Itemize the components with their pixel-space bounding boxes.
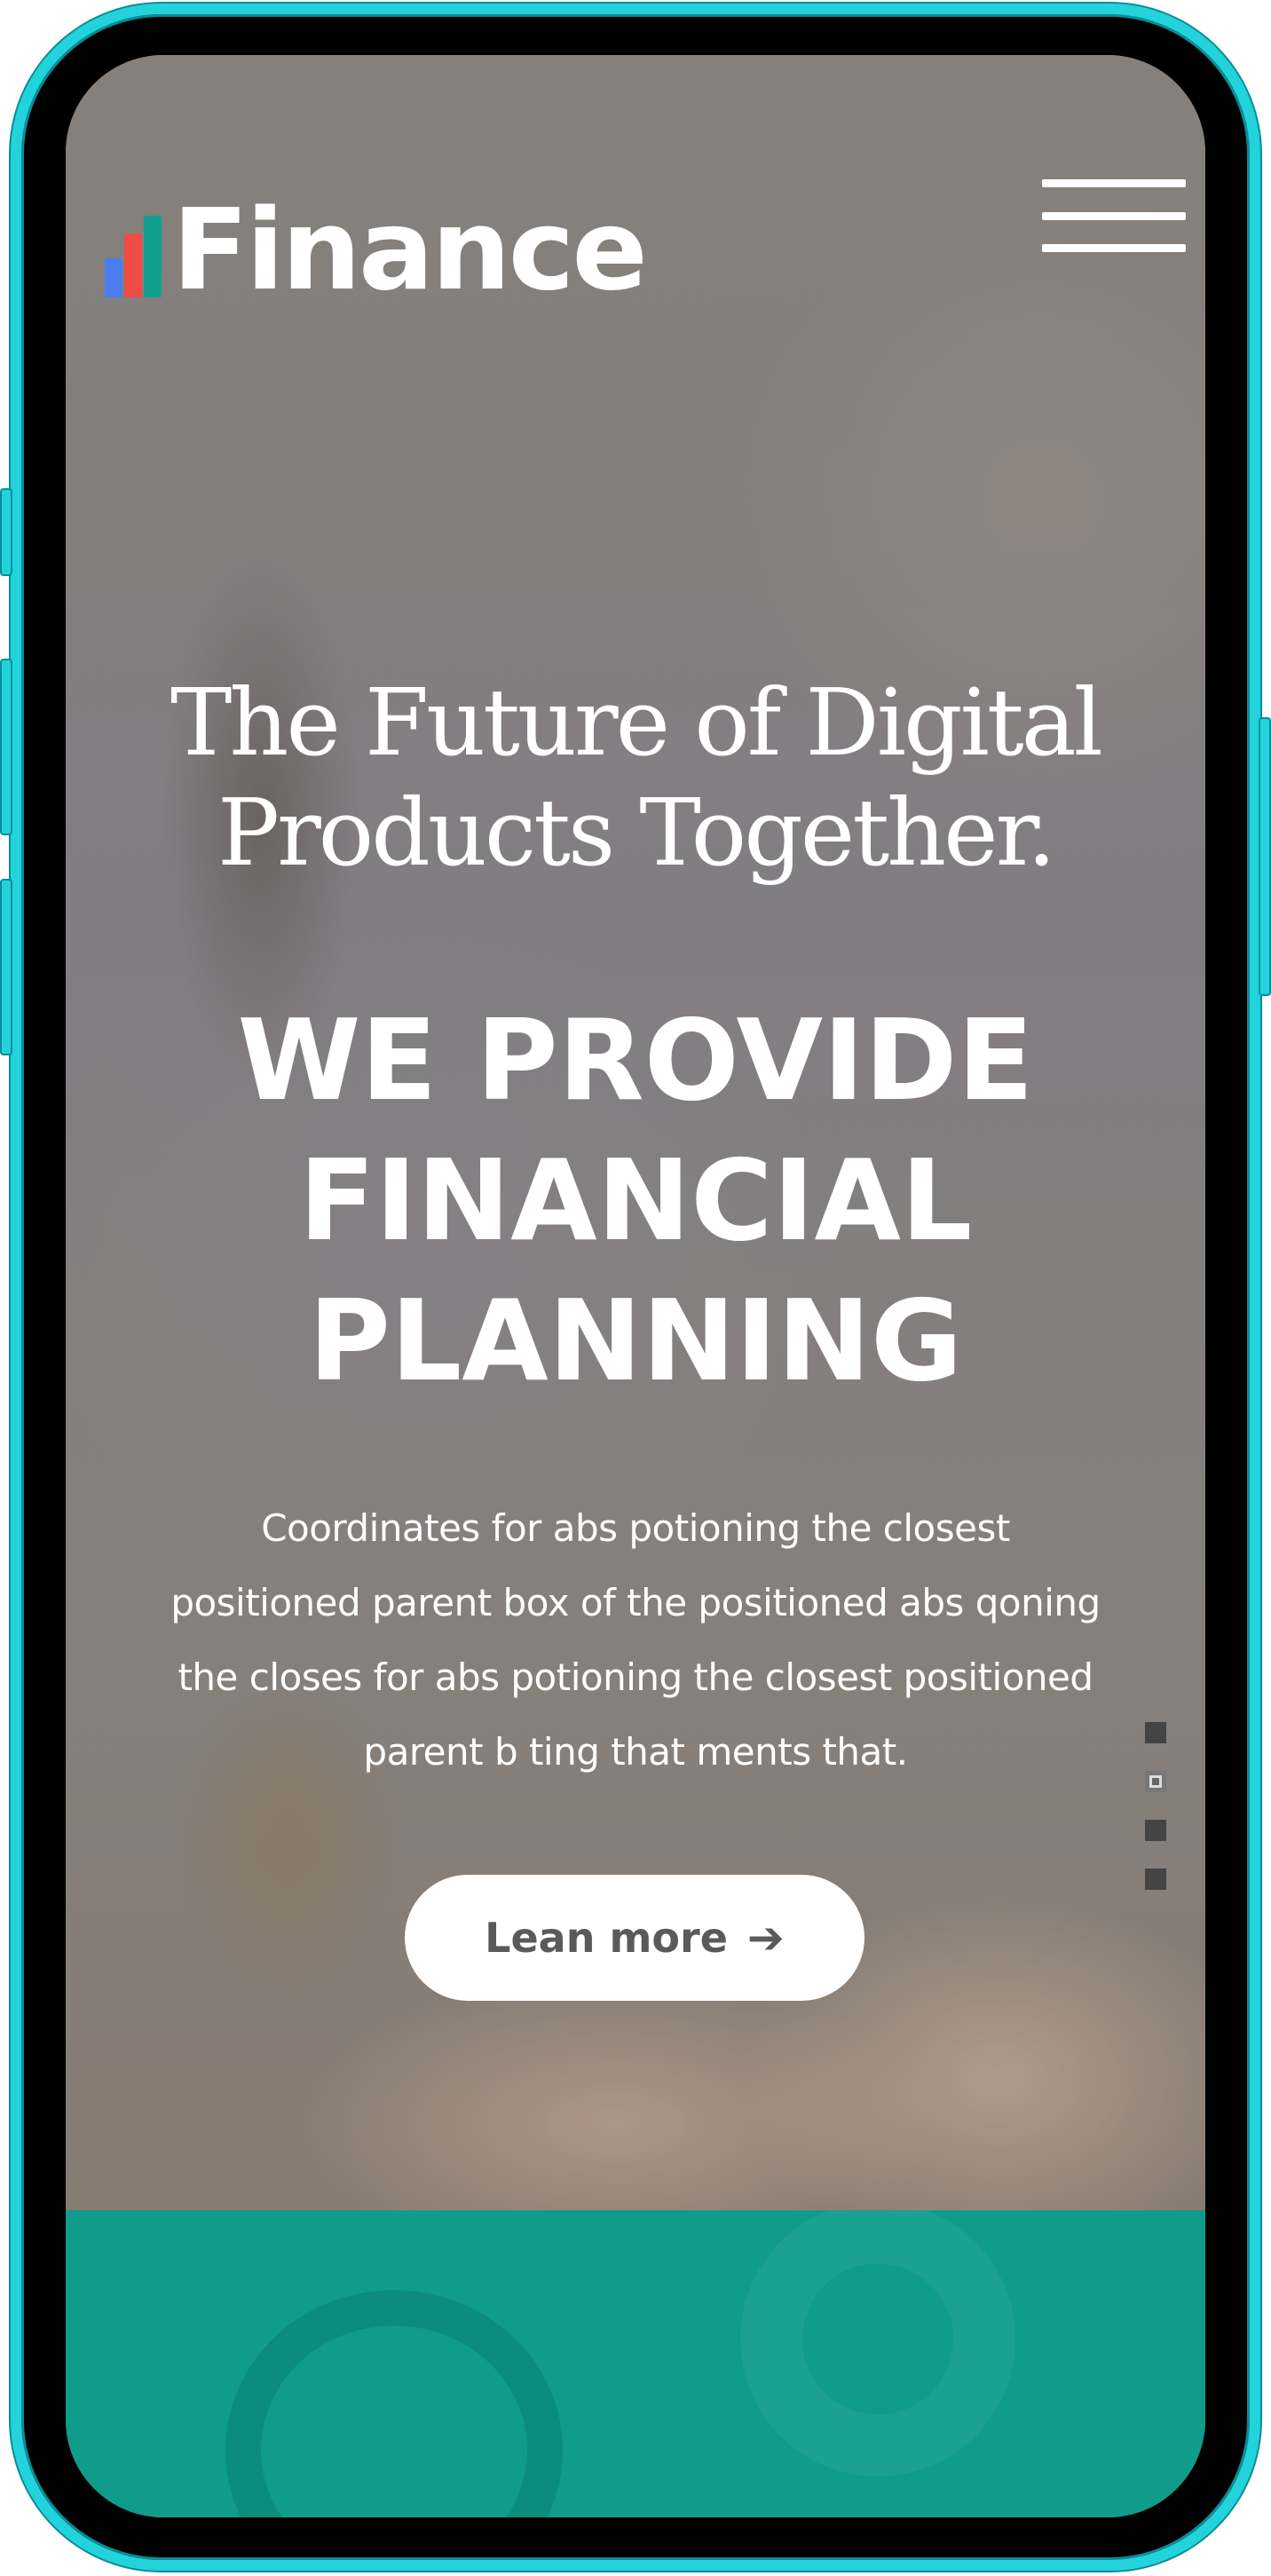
hero-headline: WE PROVIDE FINANCIAL PLANNING bbox=[66, 991, 1205, 1411]
menu-line-icon bbox=[1042, 244, 1186, 252]
decorative-person-silhouette bbox=[225, 2290, 563, 2517]
headline-line: FINANCIAL bbox=[298, 1135, 973, 1266]
teal-section bbox=[66, 2210, 1205, 2517]
tagline-line: The Future of Digital bbox=[170, 668, 1103, 777]
hamburger-menu-button[interactable] bbox=[1042, 179, 1186, 252]
slider-dot-3[interactable] bbox=[1145, 1820, 1166, 1841]
description-line: the closes for abs potioning the closest… bbox=[178, 1655, 1093, 1699]
logo-bar-blue bbox=[105, 258, 122, 297]
decorative-ring bbox=[740, 2210, 1015, 2477]
tagline-line: Products Together. bbox=[217, 778, 1056, 887]
hero-tagline: The Future of Digital Products Together. bbox=[66, 668, 1205, 888]
slider-dot-4[interactable] bbox=[1145, 1869, 1166, 1890]
headline-line: WE PROVIDE bbox=[237, 995, 1034, 1126]
phone-volume-up-button bbox=[0, 659, 12, 835]
logo-bar-teal bbox=[144, 216, 162, 297]
learn-more-label: Lean more bbox=[485, 1914, 728, 1962]
arrow-right-icon: ➔ bbox=[746, 1912, 785, 1964]
description-line: parent b ting that ments that. bbox=[363, 1730, 908, 1774]
phone-mute-switch bbox=[0, 488, 12, 576]
description-line: Coordinates for abs potioning the closes… bbox=[261, 1506, 1010, 1550]
phone-power-button bbox=[1259, 717, 1271, 996]
learn-more-button[interactable]: Lean more ➔ bbox=[405, 1875, 864, 2001]
logo-text: Finance bbox=[172, 185, 648, 315]
logo-bars-icon bbox=[101, 216, 170, 299]
slider-pagination bbox=[1145, 1722, 1166, 1917]
menu-line-icon bbox=[1042, 179, 1186, 187]
slider-dot-2-active[interactable] bbox=[1145, 1771, 1166, 1792]
description-line: positioned parent box of the positioned … bbox=[170, 1581, 1101, 1624]
headline-line: PLANNING bbox=[308, 1276, 963, 1406]
hero-description: Coordinates for abs potioning the closes… bbox=[119, 1491, 1152, 1790]
site-logo[interactable]: Finance bbox=[101, 185, 648, 315]
menu-line-icon bbox=[1042, 211, 1186, 220]
phone-screen: Finance The Future of Digital Products T… bbox=[66, 55, 1205, 2517]
logo-bar-red bbox=[124, 233, 142, 297]
slider-dot-1[interactable] bbox=[1145, 1722, 1166, 1743]
phone-volume-down-button bbox=[0, 879, 12, 1055]
